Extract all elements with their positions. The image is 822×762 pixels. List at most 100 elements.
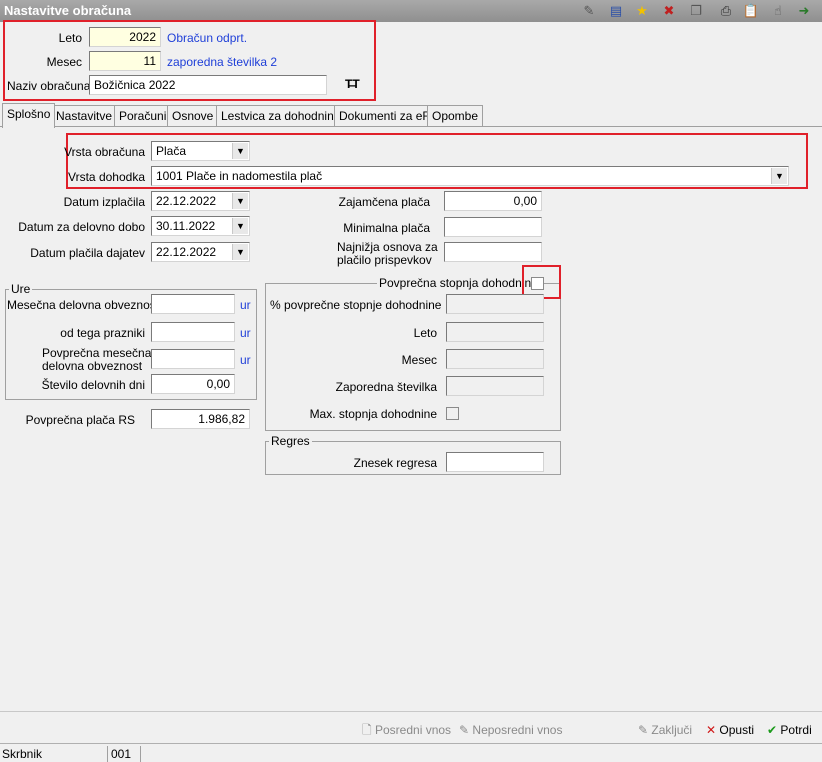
- leto-field[interactable]: 2022: [89, 27, 161, 47]
- vrsta-obracuna-value: Plača: [156, 144, 187, 158]
- window-titlebar: Nastavitve obračuna ✎ ▤ ★ ✖ ❐ ⎙ 📋 ☝ ➜: [0, 0, 822, 22]
- document-icon: 🗋: [362, 723, 372, 737]
- dohodnina-leto-label: Leto: [413, 326, 437, 340]
- tab-opombe[interactable]: Opombe: [427, 105, 484, 127]
- neposredni-vnos-button[interactable]: ✎ Neposredni vnos: [459, 720, 562, 740]
- tab-splosno[interactable]: Splošno: [2, 103, 56, 128]
- naziv-label: Naziv obračuna: [7, 79, 91, 93]
- tab-nastavitve[interactable]: Nastavitve: [51, 105, 118, 127]
- najnizja-label-2: plačilo prispevkov: [337, 253, 432, 267]
- dohodnina-mesec-field: [446, 349, 544, 369]
- vrsta-dohodka-select[interactable]: 1001 Plače in nadomestila plač ▼: [151, 166, 789, 186]
- zakljuci-label: Zaključi: [651, 723, 693, 737]
- zaporedna-status: zaporedna številka 2: [167, 55, 278, 69]
- stevilo-dni-label: Število delovnih dni: [41, 378, 145, 392]
- copy-icon[interactable]: ❐: [687, 3, 705, 19]
- chevron-down-icon[interactable]: ▼: [232, 244, 248, 260]
- regres-group-title: Regres: [269, 434, 312, 448]
- ure-group-title: Ure: [9, 282, 33, 296]
- leto-label: Leto: [58, 31, 82, 45]
- odstotek-field: [446, 294, 544, 314]
- exit-icon[interactable]: ➜: [795, 3, 813, 19]
- datum-delovno-label: Datum za delovno dobo: [18, 220, 145, 234]
- naziv-field[interactable]: Božičnica 2022: [89, 75, 327, 95]
- lock-icon: ✎: [638, 723, 649, 737]
- paste-icon[interactable]: 📋: [742, 3, 760, 19]
- close-icon: ✕: [706, 723, 717, 737]
- tab-osnove[interactable]: Osnove: [167, 105, 219, 127]
- opusti-button[interactable]: ✕ Opusti: [706, 720, 754, 740]
- tab-bar: Splošno Nastavitve Poračuni Osnove Lestv…: [0, 103, 822, 128]
- list-icon[interactable]: ▤: [607, 3, 625, 19]
- status-bar: Skrbnik 001: [0, 743, 822, 762]
- window-title: Nastavitve obračuna: [4, 3, 132, 18]
- najnizja-field[interactable]: [444, 242, 542, 262]
- mesecna-field[interactable]: [151, 294, 235, 314]
- datum-placila-value: 22.12.2022: [156, 245, 217, 259]
- prazniki-field[interactable]: [151, 322, 235, 342]
- obracun-status: Obračun odprt.: [167, 31, 248, 45]
- dohodnina-zaporedna-field: [446, 376, 544, 396]
- zajamcena-field[interactable]: 0,00: [444, 191, 542, 211]
- tab-lestvica[interactable]: Lestvica za dohodnino: [216, 105, 346, 127]
- potrdi-button[interactable]: ✔ Potrdi: [767, 720, 812, 740]
- datum-delovno-field[interactable]: 30.11.2022 ▼: [151, 216, 250, 236]
- dohodnina-mesec-label: Mesec: [401, 353, 437, 367]
- povprecna-mesecna-unit: ur: [240, 353, 251, 367]
- potrdi-label: Potrdi: [780, 723, 812, 737]
- datum-placila-label: Datum plačila dajatev: [30, 246, 145, 260]
- zajamcena-label: Zajamčena plača: [338, 195, 430, 209]
- delete-icon[interactable]: ✖: [660, 3, 678, 19]
- chevron-down-icon[interactable]: ▼: [232, 193, 248, 209]
- text-format-icon[interactable]: T̶T: [345, 77, 360, 91]
- mesecna-unit: ur: [240, 298, 251, 312]
- povprecna-placa-label: Povprečna plača RS: [25, 413, 135, 427]
- tab-dokumenti[interactable]: Dokumenti za eR: [334, 105, 437, 127]
- vrsta-dohodka-value: 1001 Plače in nadomestila plač: [156, 169, 323, 183]
- neposredni-vnos-label: Neposredni vnos: [472, 723, 563, 737]
- minimalna-label: Minimalna plača: [343, 221, 430, 235]
- vrsta-dohodka-label: Vrsta dohodka: [68, 170, 145, 184]
- tab-divider: [0, 126, 822, 127]
- mesecna-label: Mesečna delovna obveznost: [7, 298, 160, 312]
- odstotek-label: % povprečne stopnje dohodnine: [270, 298, 442, 312]
- mesec-field[interactable]: 11: [89, 51, 161, 71]
- datum-placila-field[interactable]: 22.12.2022 ▼: [151, 242, 250, 262]
- star-icon[interactable]: ★: [633, 3, 651, 19]
- chevron-down-icon[interactable]: ▼: [771, 168, 787, 184]
- tab-poracuni[interactable]: Poračuni: [114, 105, 172, 127]
- status-code: 001: [109, 746, 141, 762]
- dohodnina-group-title: Povprečna stopnja dohodnine: [377, 276, 540, 290]
- max-stopnja-checkbox[interactable]: [446, 407, 459, 420]
- mesec-label: Mesec: [46, 55, 82, 69]
- print-icon[interactable]: ⎙: [717, 3, 735, 19]
- chevron-down-icon[interactable]: ▼: [232, 218, 248, 234]
- znesek-regresa-label: Znesek regresa: [353, 456, 437, 470]
- povprecna-mesecna-field[interactable]: [151, 349, 235, 369]
- minimalna-field[interactable]: [444, 217, 542, 237]
- vrsta-obracuna-select[interactable]: Plača ▼: [151, 141, 250, 161]
- datum-izplacila-label: Datum izplačila: [63, 195, 145, 209]
- stevilo-dni-field[interactable]: 0,00: [151, 374, 235, 394]
- edit-icon[interactable]: ✎: [580, 3, 598, 19]
- chevron-down-icon[interactable]: ▼: [232, 143, 248, 159]
- povprecna-mesecna-label-1: Povprečna mesečna: [42, 346, 152, 360]
- hand-icon[interactable]: ☝: [769, 3, 787, 19]
- datum-izplacila-value: 22.12.2022: [156, 194, 217, 208]
- opusti-label: Opusti: [719, 723, 755, 737]
- bottom-separator: [0, 711, 822, 712]
- status-user: Skrbnik: [0, 746, 108, 762]
- prazniki-unit: ur: [240, 326, 251, 340]
- datum-izplacila-field[interactable]: 22.12.2022 ▼: [151, 191, 250, 211]
- znesek-regresa-field[interactable]: [446, 452, 544, 472]
- posredni-vnos-label: Posredni vnos: [375, 723, 452, 737]
- prazniki-label: od tega prazniki: [60, 326, 145, 340]
- max-stopnja-label: Max. stopnja dohodnine: [309, 407, 437, 421]
- povprecna-mesecna-label-2: delovna obveznost: [42, 359, 143, 373]
- vrsta-obracuna-label: Vrsta obračuna: [64, 145, 145, 159]
- checkmark-icon: ✔: [767, 723, 778, 737]
- najnizja-label-1: Najnižja osnova za: [337, 240, 438, 254]
- posredni-vnos-button[interactable]: 🗋 Posredni vnos: [362, 720, 451, 740]
- zakljuci-button[interactable]: ✎ Zaključi: [638, 720, 692, 740]
- povprecna-placa-field[interactable]: 1.986,82: [151, 409, 250, 429]
